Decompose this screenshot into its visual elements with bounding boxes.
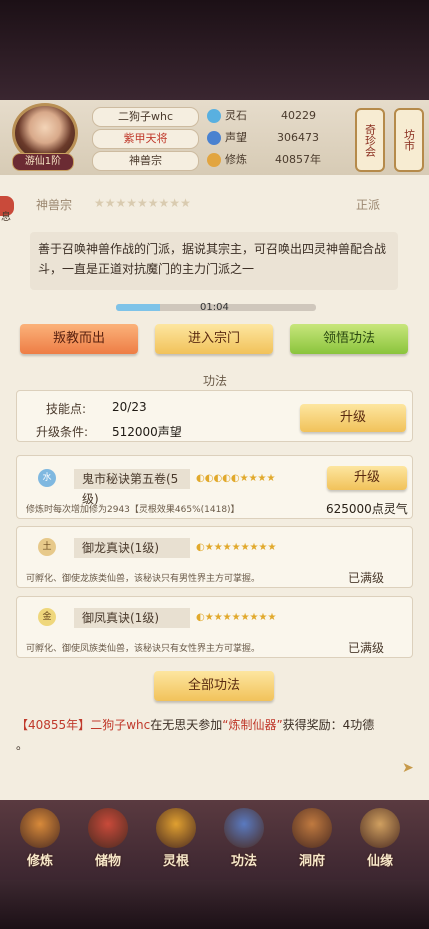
upgrade-skill-button[interactable]: 升级 bbox=[327, 466, 407, 490]
enter-sect-button[interactable]: 进入宗门 bbox=[155, 324, 273, 354]
nav-item-4[interactable]: 洞府 bbox=[286, 808, 338, 869]
broadcast-year: 【40855年】 bbox=[16, 718, 91, 732]
spirit-root-icon bbox=[156, 808, 196, 848]
nav-label: 功法 bbox=[230, 854, 257, 869]
broadcast-player[interactable]: 二狗子whc bbox=[90, 718, 150, 732]
market-scroll[interactable]: 坊市 bbox=[394, 108, 424, 172]
technique-book-icon bbox=[224, 808, 264, 848]
stat-value: 40229 bbox=[281, 109, 316, 122]
betray-sect-button[interactable]: 叛教而出 bbox=[20, 324, 138, 354]
nav-label: 储物 bbox=[94, 854, 121, 869]
upgrade-condition-label: 升级条件: bbox=[36, 425, 89, 439]
top-dark-background bbox=[0, 0, 429, 100]
resource-stats: 灵石 40229 声望 306473 修炼 40857年 bbox=[203, 107, 343, 169]
stat-value: 306473 bbox=[277, 131, 319, 144]
prestige-icon bbox=[207, 131, 221, 145]
skill-stars: ◐★★★★★★★★ bbox=[196, 612, 277, 623]
cultivation-icon bbox=[207, 153, 221, 167]
treasure-fair-scroll[interactable]: 奇珍会 bbox=[355, 108, 385, 172]
storage-bag-icon bbox=[88, 808, 128, 848]
spirit-stone-icon bbox=[207, 109, 221, 123]
nav-item-3[interactable]: 功法 bbox=[218, 808, 270, 869]
earth-element-icon: 土 bbox=[38, 538, 56, 556]
nav-item-0[interactable]: 修炼 bbox=[14, 808, 66, 869]
upgrade-skill-points-button[interactable]: 升级 bbox=[300, 404, 406, 432]
nav-item-5[interactable]: 仙缘 bbox=[354, 808, 406, 869]
sect-name-faint: 神兽宗 bbox=[36, 198, 73, 212]
nav-label: 修炼 bbox=[26, 854, 53, 869]
sect-alignment: 正派 bbox=[356, 198, 381, 212]
comprehend-technique-button[interactable]: 领悟功法 bbox=[290, 324, 408, 354]
cultivate-icon bbox=[20, 808, 60, 848]
stat-label: 灵石 bbox=[225, 109, 247, 122]
metal-element-icon: 金 bbox=[38, 608, 56, 626]
nav-item-1[interactable]: 储物 bbox=[82, 808, 134, 869]
broadcast-reward: 获得奖励：4功德 bbox=[282, 718, 375, 732]
stat-prestige: 声望 306473 bbox=[203, 129, 343, 147]
sect-rating-stars: ★★★★★★★★★ bbox=[94, 196, 191, 210]
side-tab-label: 息 bbox=[1, 212, 11, 223]
skill-stars: ◐★★★★★★★★ bbox=[196, 542, 277, 553]
player-sect: 神兽宗 bbox=[92, 151, 199, 171]
techniques-section-title: 功法 bbox=[202, 374, 227, 388]
skill-points-label: 技能点: bbox=[46, 402, 87, 416]
nav-item-2[interactable]: 灵根 bbox=[150, 808, 202, 869]
broadcast-event: “炼制仙器” bbox=[222, 718, 283, 732]
skill-points-value: 20/23 bbox=[112, 400, 147, 414]
stat-spirit-stone: 灵石 40229 bbox=[203, 107, 343, 125]
rank-badge: 游仙1阶 bbox=[12, 153, 74, 171]
skill-description: 修炼时每次增加修为2943【灵根效果465%(1418)】 bbox=[26, 505, 240, 515]
expand-arrow-icon[interactable]: ➤ bbox=[402, 760, 418, 776]
bottom-dark-background bbox=[0, 880, 429, 929]
skill-stars: ◐◐◐◐◐★★★★ bbox=[196, 473, 276, 484]
broadcast-message: 【40855年】二狗子whc在无思天参加“炼制仙器”获得奖励：4功德。 bbox=[16, 718, 375, 752]
stat-cultivation: 修炼 40857年 bbox=[203, 151, 343, 169]
timer-text: 01:04 bbox=[200, 302, 229, 313]
skill-upgrade-cost: 625000点灵气 bbox=[326, 502, 408, 516]
stat-label: 修炼 bbox=[225, 153, 247, 166]
upgrade-condition-value: 512000声望 bbox=[112, 425, 182, 439]
skill-max-level: 已满级 bbox=[348, 641, 385, 655]
stat-value: 40857年 bbox=[275, 153, 321, 166]
player-title: 紫甲天将 bbox=[92, 129, 199, 149]
nav-label: 洞府 bbox=[298, 854, 325, 869]
water-element-icon: 水 bbox=[38, 469, 56, 487]
stat-label: 声望 bbox=[225, 131, 247, 144]
nav-label: 仙缘 bbox=[366, 854, 393, 869]
all-techniques-button[interactable]: 全部功法 bbox=[154, 671, 274, 701]
skill-description: 可孵化、御使凤族类仙兽，该秘诀只有女性界主方可掌握。 bbox=[26, 644, 261, 654]
player-name: 二狗子whc bbox=[92, 107, 199, 127]
skill-name: 御龙真诀(1级) bbox=[74, 538, 190, 558]
skill-name: 御凤真诀(1级) bbox=[74, 608, 190, 628]
sect-description: 善于召唤神兽作战的门派，据说其宗主，可召唤出四灵神兽配合战斗，一直是正道对抗魔门… bbox=[30, 232, 398, 290]
cave-dwelling-icon bbox=[292, 808, 332, 848]
nav-label: 灵根 bbox=[162, 854, 189, 869]
skill-max-level: 已满级 bbox=[348, 571, 385, 585]
skill-name: 鬼市秘诀第五卷(5级) bbox=[74, 469, 190, 506]
skill-description: 可孵化、御使龙族类仙兽，该秘诀只有男性界主方可掌握。 bbox=[26, 574, 261, 584]
timer-progress-fill bbox=[116, 304, 160, 311]
broadcast-text: 在无思天参加 bbox=[150, 718, 223, 732]
fate-icon bbox=[360, 808, 400, 848]
